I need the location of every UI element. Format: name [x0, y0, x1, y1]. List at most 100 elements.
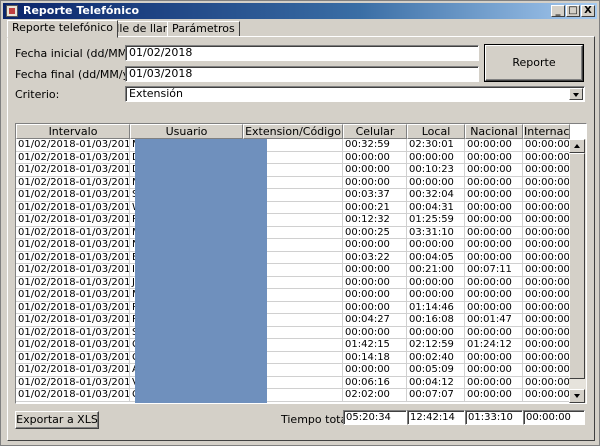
minimize-button[interactable]: _	[551, 5, 565, 17]
table-row[interactable]: 01/02/2018-01/03/2018Jo00:00:0000:00:000…	[16, 276, 570, 289]
table-cell: 01/02/2018-01/03/2018	[16, 314, 130, 327]
close-button[interactable]: X	[581, 5, 595, 17]
report-table: Intervalo Usuario Extension/Código Celular L…	[15, 123, 587, 404]
reporte-button[interactable]: Reporte	[485, 45, 583, 81]
table-cell: 00:00:00	[465, 201, 523, 214]
column-header[interactable]: Local	[407, 124, 465, 139]
table-cell: 00:00:00	[465, 251, 523, 264]
table-cell: 00:00:00	[523, 151, 570, 164]
table-row[interactable]: 01/02/2018-01/03/2018An00:00:0000:05:090…	[16, 364, 570, 377]
column-header[interactable]: Usuario	[130, 124, 243, 139]
total-internacional: 00:00:00	[523, 410, 585, 425]
table-row[interactable]: 01/02/2018-01/03/2018Da00:00:0000:10:230…	[16, 164, 570, 177]
table-cell: 00:00:00	[523, 351, 570, 364]
table-cell: 01/02/2018-01/03/2018	[16, 189, 130, 202]
criterio-select[interactable]: Extensión	[125, 86, 585, 102]
scroll-up-icon[interactable]	[569, 139, 585, 153]
table-row[interactable]: 01/02/2018-01/03/2018Va00:06:1600:04:120…	[16, 376, 570, 389]
table-row[interactable]: 01/02/2018-01/03/2018Pa00:00:0001:14:460…	[16, 301, 570, 314]
table-row[interactable]: 01/02/2018-01/03/2018M00:32:5902:30:0100…	[16, 139, 570, 152]
chevron-down-icon[interactable]	[569, 88, 583, 100]
table-cell: 00:00:00	[523, 276, 570, 289]
table-row[interactable]: 01/02/2018-01/03/2018N00:00:0000:00:0000…	[16, 239, 570, 252]
table-cell: 00:00:00	[465, 301, 523, 314]
table-cell: 00:00:00	[523, 139, 570, 152]
fecha-final-field[interactable]: 01/03/2018	[125, 66, 479, 82]
table-cell: 00:00:00	[407, 239, 465, 252]
exportar-xls-button[interactable]: Exportar a XLS	[15, 411, 99, 429]
table-cell: 00:04:31	[407, 201, 465, 214]
table-cell: 00:16:08	[407, 314, 465, 327]
table-cell: 00:00:00	[465, 364, 523, 377]
table-row[interactable]: 01/02/2018-01/03/2018Ca00:14:1800:02:400…	[16, 351, 570, 364]
table-cell: 00:00:00	[407, 289, 465, 302]
report-window: Reporte Telefónico _ □ X Reporte telefón…	[0, 0, 600, 446]
table-row[interactable]: 01/02/2018-01/03/2018Pa00:04:2700:16:080…	[16, 314, 570, 327]
total-celular: 05:20:34	[343, 410, 407, 425]
table-cell: 00:00:00	[465, 164, 523, 177]
maximize-button[interactable]: □	[566, 5, 580, 17]
table-row[interactable]: 01/02/2018-01/03/2018Ca01:42:1502:12:590…	[16, 339, 570, 352]
title-bar[interactable]: Reporte Telefónico _ □ X	[3, 3, 597, 19]
table-cell: 01:14:46	[407, 301, 465, 314]
table-cell: 00:21:00	[407, 264, 465, 277]
column-header[interactable]: Extension/Código	[243, 124, 343, 139]
table-cell: 01/02/2018-01/03/2018	[16, 326, 130, 339]
tab-reporte-telefonico[interactable]: Reporte telefónico	[7, 20, 119, 38]
table-row[interactable]: 01/02/2018-01/03/2018Ed00:03:2200:04:050…	[16, 251, 570, 264]
table-cell: 00:07:07	[407, 389, 465, 402]
table-cell: 00:00:00	[343, 164, 407, 177]
table-cell: 00:00:00	[343, 264, 407, 277]
table-cell: 00:00:00	[523, 301, 570, 314]
table-cell: 00:00:00	[343, 176, 407, 189]
column-header[interactable]: Nacional	[465, 124, 523, 139]
table-cell: 00:00:00	[523, 326, 570, 339]
table-cell: 01/02/2018-01/03/2018	[16, 376, 130, 389]
table-cell: 00:00:00	[343, 289, 407, 302]
window-title: Reporte Telefónico	[23, 4, 140, 17]
table-cell: 00:00:00	[465, 176, 523, 189]
table-cell: 00:00:00	[465, 389, 523, 402]
table-cell: 00:00:00	[343, 301, 407, 314]
table-cell: 00:00:00	[523, 376, 570, 389]
table-cell: 00:00:00	[523, 389, 570, 402]
column-header[interactable]: Intervalo	[16, 124, 130, 139]
table-row[interactable]: 01/02/2018-01/03/2018Pa00:12:3201:25:590…	[16, 214, 570, 227]
scroll-down-icon[interactable]	[569, 389, 585, 403]
scrollbar-thumb[interactable]	[569, 153, 585, 379]
table-cell: 01/02/2018-01/03/2018	[16, 151, 130, 164]
table-cell: 00:00:00	[523, 364, 570, 377]
table-cell: 00:05:09	[407, 364, 465, 377]
column-header[interactable]: Internac...	[523, 124, 570, 139]
table-cell: 01/02/2018-01/03/2018	[16, 214, 130, 227]
table-cell: 01/02/2018-01/03/2018	[16, 364, 130, 377]
column-header[interactable]: Celular	[343, 124, 407, 139]
table-cell: 00:10:23	[407, 164, 465, 177]
table-cell: 00:00:00	[343, 151, 407, 164]
table-row[interactable]: 01/02/2018-01/03/2018W00:00:2100:04:3100…	[16, 201, 570, 214]
table-cell: 00:00:00	[465, 139, 523, 152]
table-cell: 01/02/2018-01/03/2018	[16, 289, 130, 302]
table-cell: 00:00:00	[343, 239, 407, 252]
table-row[interactable]: 01/02/2018-01/03/2018M00:00:0000:00:0000…	[16, 289, 570, 302]
table-row[interactable]: 01/02/2018-01/03/2018Sa00:00:0000:00:000…	[16, 326, 570, 339]
table-row[interactable]: 01/02/2018-01/03/2018M00:00:2503:31:1000…	[16, 226, 570, 239]
table-row[interactable]: 01/02/2018-01/03/2018N00:00:0000:00:0000…	[16, 176, 570, 189]
table-cell: 00:00:00	[523, 201, 570, 214]
table-cell: 00:03:37	[343, 189, 407, 202]
table-cell: 01/02/2018-01/03/2018	[16, 276, 130, 289]
table-row[interactable]: 01/02/2018-01/03/2018D00:00:0000:00:0000…	[16, 151, 570, 164]
table-row[interactable]: 01/02/2018-01/03/2018Ca02:02:0000:07:070…	[16, 389, 570, 402]
table-cell: 00:00:00	[465, 151, 523, 164]
table-cell: 00:00:00	[523, 239, 570, 252]
table-cell: 01:24:12	[465, 339, 523, 352]
tab-parametros[interactable]: Parámetros	[167, 21, 240, 37]
fecha-inicial-field[interactable]: 01/02/2018	[125, 45, 479, 61]
table-row[interactable]: 01/02/2018-01/03/2018In00:00:0000:21:000…	[16, 264, 570, 277]
table-cell: 00:04:27	[343, 314, 407, 327]
criterio-label: Criterio:	[15, 88, 60, 101]
table-cell: 01/02/2018-01/03/2018	[16, 239, 130, 252]
vertical-scrollbar[interactable]	[569, 139, 586, 403]
table-row[interactable]: 01/02/2018-01/03/2018Sa00:03:3700:32:040…	[16, 189, 570, 202]
table-cell: 00:04:05	[407, 251, 465, 264]
